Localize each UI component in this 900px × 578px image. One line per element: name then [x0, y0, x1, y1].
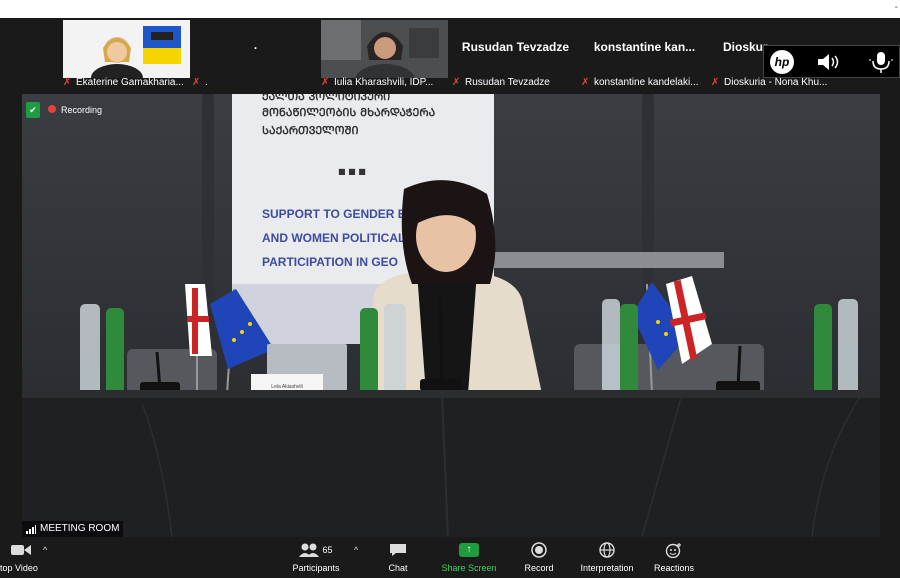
speaker-nameplate: Lela Akiashvili — [271, 384, 302, 390]
participant-tile[interactable]: konstantine kan... ✗ konstantine kandelak… — [581, 20, 708, 92]
participant-name-large: Rusudan Tevzadze — [461, 40, 570, 54]
recording-label: Recording — [61, 105, 103, 115]
interpretation-button[interactable]: Interpretation — [575, 541, 639, 573]
banner-english-line2: AND WOMEN POLITICAL — [262, 231, 405, 245]
reactions-label: Reactions — [653, 563, 695, 573]
recording-indicator[interactable]: Recording — [48, 105, 102, 115]
stop-video-button[interactable]: top Video — [0, 541, 42, 573]
mic-muted-icon: ✗ — [63, 77, 72, 88]
banner-georgian-line2: ᲛᲝᲜᲐᲬᲘᲚᲔᲝᲑᲘᲡ ᲛᲮᲐᲠᲓᲐᲭᲔᲠᲐ — [262, 106, 436, 119]
participant-name: ✗ Ekaterine Gamakharia... — [63, 77, 184, 88]
meeting-toolbar: top Video ^ 65 Participants ^ Chat ↑ Sha… — [0, 537, 900, 578]
banner-english-line3: PARTICIPATION IN GEO — [262, 255, 398, 269]
hp-logo: hp — [770, 50, 794, 74]
record-label: Record — [524, 563, 554, 573]
participant-tile[interactable]: ✗ Iulia Kharashvili, IDP... — [321, 20, 448, 92]
participants-button[interactable]: 65 Participants — [286, 541, 346, 573]
banner-georgian-line1: ᲥᲐᲚᲗᲐ ᲞᲝᲚᲘᲢᲘᲙᲣᲠᲘ — [262, 94, 390, 103]
participant-name-large: . — [253, 38, 258, 52]
chat-label: Chat — [388, 563, 408, 573]
participant-tile[interactable]: ✗ Ekaterine Gamakharia... — [63, 20, 190, 92]
share-screen-button[interactable]: ↑ Share Screen — [438, 541, 500, 573]
conference-scene: ᲥᲐᲚᲗᲐ ᲞᲝᲚᲘᲢᲘᲙᲣᲠᲘ ᲛᲝᲜᲐᲬᲘᲚᲔᲝᲑᲘᲡ ᲛᲮᲐᲠᲓᲐᲭᲔᲠᲐ… — [22, 94, 880, 537]
participant-name: ✗ Rusudan Tevzadze — [452, 77, 550, 88]
record-button[interactable]: Record — [519, 541, 559, 573]
participant-name: ✗ Iulia Kharashvili, IDP... — [321, 77, 434, 88]
banner-georgian-line3: ᲡᲐᲥᲐᲠᲗᲕᲔᲚᲝᲨᲘ — [262, 124, 359, 137]
mic-muted-icon: ✗ — [711, 77, 720, 88]
participants-label: Participants — [292, 563, 340, 573]
window-dash: - — [894, 2, 898, 13]
smiley-plus-icon — [665, 543, 681, 558]
reactions-button[interactable]: Reactions — [650, 541, 698, 573]
participant-name-large: konstantine kan... — [593, 40, 696, 54]
mic-muted-icon: ✗ — [581, 77, 590, 88]
hp-audio-overlay: hp — [763, 45, 900, 78]
security-shield-icon[interactable]: ✔ — [26, 102, 40, 118]
share-screen-label: Share Screen — [441, 563, 497, 573]
participant-name: ✗. — [192, 77, 208, 88]
participant-name: ✗ konstantine kandelaki... — [581, 77, 699, 88]
record-icon — [531, 542, 547, 558]
microphone-icon — [869, 52, 893, 73]
participant-count: 65 — [322, 545, 333, 555]
globe-icon — [599, 542, 615, 558]
mic-muted-icon: ✗ — [321, 77, 330, 88]
mic-muted-icon: ✗ — [452, 77, 461, 88]
signal-bars-icon — [26, 524, 36, 534]
mic-muted-icon: ✗ — [192, 77, 201, 88]
chat-bubble-icon — [390, 544, 406, 556]
participants-icon — [299, 543, 320, 557]
chat-button[interactable]: Chat — [378, 541, 418, 573]
stop-video-label: top Video — [0, 563, 38, 573]
main-video: ᲥᲐᲚᲗᲐ ᲞᲝᲚᲘᲢᲘᲙᲣᲠᲘ ᲛᲝᲜᲐᲬᲘᲚᲔᲝᲑᲘᲡ ᲛᲮᲐᲠᲓᲐᲭᲔᲠᲐ… — [22, 94, 880, 537]
interpretation-label: Interpretation — [580, 563, 634, 573]
participant-tile[interactable]: . ✗. — [192, 20, 319, 92]
participant-name: ✗ Dioskuria - Nona Khu... — [711, 77, 828, 88]
video-camera-icon — [11, 545, 31, 555]
share-screen-icon: ↑ — [459, 543, 479, 557]
participants-options-caret-icon[interactable]: ^ — [354, 545, 358, 555]
banner-english-line1: SUPPORT TO GENDER EQ — [262, 207, 415, 221]
top-white-bar: - — [0, 0, 900, 18]
meeting-room-name: MEETING ROOM — [40, 523, 120, 534]
banner-dots: ■ ■ ■ — [338, 167, 366, 176]
video-options-caret-icon[interactable]: ^ — [43, 545, 47, 555]
participant-video — [63, 20, 190, 78]
record-dot-icon — [48, 105, 56, 113]
meeting-room-label: MEETING ROOM — [22, 521, 124, 537]
meeting-status: ✔ Recording — [26, 101, 102, 119]
speaker-icon — [818, 54, 839, 70]
participant-tile[interactable]: Rusudan Tevzadze ✗ Rusudan Tevzadze — [452, 20, 579, 92]
participant-video — [321, 20, 448, 78]
